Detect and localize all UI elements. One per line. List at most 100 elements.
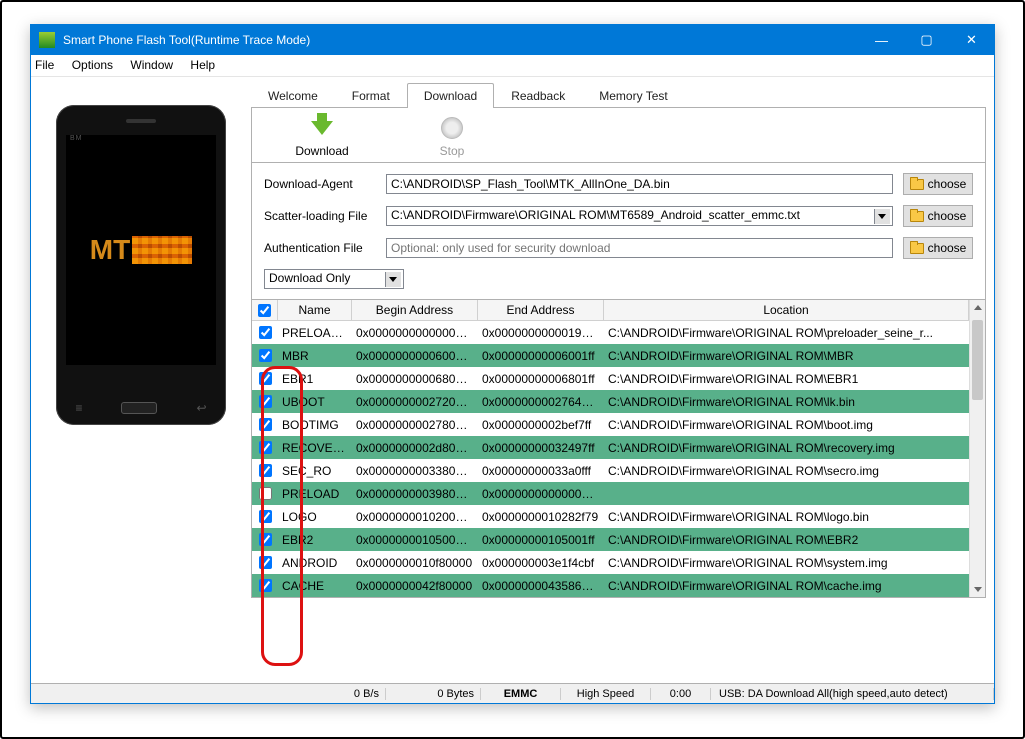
da-choose-button[interactable]: choose	[903, 173, 973, 195]
col-begin[interactable]: Begin Address	[352, 300, 478, 320]
folder-icon	[910, 211, 924, 222]
da-input[interactable]	[386, 174, 893, 194]
tab-download[interactable]: Download	[407, 83, 494, 108]
download-button[interactable]: Download	[292, 114, 352, 158]
table-row[interactable]: SEC_RO0x00000000033800000x00000000033a0f…	[252, 459, 969, 482]
partition-checkbox[interactable]	[259, 510, 272, 523]
partition-begin: 0x0000000042f80000	[352, 579, 478, 593]
back-softkey-icon: ↩	[196, 401, 206, 415]
partition-end: 0x00000000006001ff	[478, 349, 604, 363]
stop-button[interactable]: Stop	[422, 114, 482, 158]
menu-options[interactable]: Options	[72, 58, 113, 72]
auth-choose-button[interactable]: choose	[903, 237, 973, 259]
table-row[interactable]: EBR20x00000000105000000x00000000105001ff…	[252, 528, 969, 551]
maximize-button[interactable]: ▢	[904, 25, 949, 55]
partition-location: C:\ANDROID\Firmware\ORIGINAL ROM\secro.i…	[604, 464, 969, 478]
folder-icon	[910, 179, 924, 190]
tab-welcome[interactable]: Welcome	[251, 83, 335, 108]
phone-logo-text: MT	[90, 234, 130, 266]
toolbar: Download Stop	[251, 108, 986, 163]
status-time: 0:00	[651, 688, 711, 700]
scroll-down-icon	[974, 587, 982, 592]
da-label: Download-Agent	[264, 177, 376, 191]
partition-name: SEC_RO	[278, 464, 352, 478]
table-row[interactable]: CACHE0x0000000042f800000x000000004358609…	[252, 574, 969, 597]
col-end[interactable]: End Address	[478, 300, 604, 320]
partition-name: MBR	[278, 349, 352, 363]
table-row[interactable]: LOGO0x00000000102000000x0000000010282f79…	[252, 505, 969, 528]
close-button[interactable]: ✕	[949, 25, 994, 55]
tab-memory-test[interactable]: Memory Test	[582, 83, 684, 108]
scatter-label: Scatter-loading File	[264, 209, 376, 223]
partition-checkbox[interactable]	[259, 418, 272, 431]
partition-checkbox[interactable]	[259, 487, 272, 500]
tab-readback[interactable]: Readback	[494, 83, 582, 108]
partition-end: 0x0000000043586093	[478, 579, 604, 593]
table-header: Name Begin Address End Address Location	[252, 300, 969, 321]
scatter-choose-button[interactable]: choose	[903, 205, 973, 227]
status-speed: 0 B/s	[291, 688, 386, 700]
table-row[interactable]: PRELOAD0x00000000039800000x0000000000000…	[252, 482, 969, 505]
tab-format[interactable]: Format	[335, 83, 407, 108]
partition-location: C:\ANDROID\Firmware\ORIGINAL ROM\EBR2	[604, 533, 969, 547]
device-preview-pane: BM MT ≡ ↩	[31, 77, 251, 683]
table-row[interactable]: EBR10x00000000006800000x00000000006801ff…	[252, 367, 969, 390]
partition-checkbox[interactable]	[259, 441, 272, 454]
partition-end: 0x0000000000019043	[478, 326, 604, 340]
partition-end: 0x0000000000000000	[478, 487, 604, 501]
partition-name: CACHE	[278, 579, 352, 593]
partition-begin: 0x0000000002d80000	[352, 441, 478, 455]
config-panel: Download-Agent choose Scatter-loading Fi…	[251, 163, 986, 300]
app-icon	[39, 32, 55, 48]
partition-begin: 0x0000000003980000	[352, 487, 478, 501]
table-row[interactable]: MBR0x00000000006000000x00000000006001ffC…	[252, 344, 969, 367]
phone-logo-pixelated	[132, 236, 192, 264]
table-row[interactable]: BOOTIMG0x00000000027800000x0000000002bef…	[252, 413, 969, 436]
partition-checkbox[interactable]	[259, 533, 272, 546]
phone-mockup: BM MT ≡ ↩	[56, 105, 226, 425]
partition-begin: 0x0000000000680000	[352, 372, 478, 386]
partition-begin: 0x0000000000000000	[352, 326, 478, 340]
col-location[interactable]: Location	[604, 300, 969, 320]
auth-input[interactable]	[386, 238, 893, 258]
partition-location: C:\ANDROID\Firmware\ORIGINAL ROM\cache.i…	[604, 579, 969, 593]
table-row[interactable]: ANDROID0x0000000010f800000x000000003e1f4…	[252, 551, 969, 574]
stop-icon	[441, 117, 463, 139]
table-scrollbar[interactable]	[969, 300, 985, 597]
auth-label: Authentication File	[264, 241, 376, 255]
partition-name: UBOOT	[278, 395, 352, 409]
partition-checkbox[interactable]	[259, 372, 272, 385]
folder-icon	[910, 243, 924, 254]
partition-checkbox[interactable]	[259, 556, 272, 569]
partition-checkbox[interactable]	[259, 395, 272, 408]
partition-checkbox[interactable]	[259, 349, 272, 362]
table-row[interactable]: RECOVERY0x0000000002d800000x000000000324…	[252, 436, 969, 459]
table-row[interactable]: UBOOT0x00000000027200000x000000000276413…	[252, 390, 969, 413]
partition-name: LOGO	[278, 510, 352, 524]
partition-checkbox[interactable]	[259, 326, 272, 339]
table-row[interactable]: PRELOADER0x00000000000000000x00000000000…	[252, 321, 969, 344]
partition-location: C:\ANDROID\Firmware\ORIGINAL ROM\EBR1	[604, 372, 969, 386]
partition-begin: 0x0000000003380000	[352, 464, 478, 478]
menu-file[interactable]: File	[35, 58, 54, 72]
partition-checkbox[interactable]	[259, 579, 272, 592]
select-all-checkbox[interactable]	[258, 304, 271, 317]
partition-end: 0x00000000033a0fff	[478, 464, 604, 478]
download-mode-select[interactable]: Download Only	[264, 269, 404, 289]
status-storage: EMMC	[481, 688, 561, 700]
col-name[interactable]: Name	[278, 300, 352, 320]
scatter-combo[interactable]: C:\ANDROID\Firmware\ORIGINAL ROM\MT6589_…	[386, 206, 893, 226]
menu-help[interactable]: Help	[190, 58, 215, 72]
menu-window[interactable]: Window	[130, 58, 173, 72]
partition-name: EBR2	[278, 533, 352, 547]
partition-begin: 0x0000000010f80000	[352, 556, 478, 570]
partition-begin: 0x0000000010200000	[352, 510, 478, 524]
minimize-button[interactable]: —	[859, 25, 904, 55]
window-title: Smart Phone Flash Tool(Runtime Trace Mod…	[63, 33, 859, 47]
menu-softkey-icon: ≡	[75, 401, 82, 415]
partition-checkbox[interactable]	[259, 464, 272, 477]
statusbar: 0 B/s 0 Bytes EMMC High Speed 0:00 USB: …	[31, 683, 994, 703]
partition-name: PRELOAD	[278, 487, 352, 501]
partition-end: 0x0000000002bef7ff	[478, 418, 604, 432]
menubar: File Options Window Help	[31, 55, 994, 77]
